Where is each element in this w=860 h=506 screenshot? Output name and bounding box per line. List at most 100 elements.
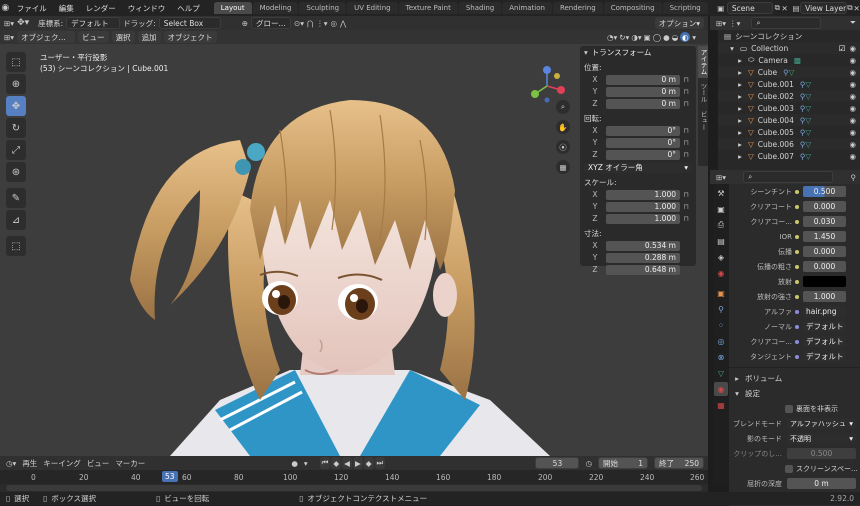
volume-panel-header[interactable]: ▸ ボリューム xyxy=(729,371,860,386)
outliner-root-row[interactable]: ▤ シーンコレクション xyxy=(718,30,860,42)
editor-type-icon[interactable]: ⊞▾ xyxy=(716,173,726,182)
socket-icon[interactable] xyxy=(795,354,799,359)
camera-view-icon[interactable]: ⦿ xyxy=(556,140,570,154)
lock-icon[interactable]: ⊓ xyxy=(680,88,692,96)
texture-tab[interactable]: ▦ xyxy=(714,398,728,412)
jump-end-icon[interactable]: ⏭ xyxy=(374,457,386,469)
material-shading-icon[interactable]: ◒ xyxy=(672,33,679,42)
rotate-tool[interactable]: ↻ xyxy=(6,118,26,138)
viewport-menu-view[interactable]: ビュー xyxy=(78,31,109,43)
property-value[interactable]: 1.000 xyxy=(803,291,846,302)
menu-edit[interactable]: 編集 xyxy=(53,3,80,14)
property-value[interactable]: 0.000 xyxy=(803,201,846,212)
transform-panel-header[interactable]: ▾ トランスフォーム xyxy=(580,46,696,58)
annotate-tool[interactable]: ✎ xyxy=(6,188,26,208)
tab-modeling[interactable]: Modeling xyxy=(252,2,299,14)
overlay-icon[interactable]: ◑▾ xyxy=(631,33,641,42)
snapping-icon[interactable]: ⊙▾ xyxy=(294,19,304,28)
tab-scripting[interactable]: Scripting xyxy=(662,2,708,14)
transform-pivot-icon[interactable]: ⊕ xyxy=(242,19,248,28)
close-view-layer-icon[interactable]: ✕ xyxy=(853,4,860,13)
socket-icon[interactable] xyxy=(795,309,799,314)
outliner-collection-row[interactable]: ▾ ▭ Collection ☑ ◉ xyxy=(718,42,860,54)
outliner-item-cube-005[interactable]: ▸ ▽ Cube.005 ⚲ ▽ ◉ xyxy=(718,126,860,138)
outliner-item-cube[interactable]: ▸ ▽ Cube ⚲ ▽ ◉ xyxy=(718,66,860,78)
start-frame-field[interactable]: 開始 1 xyxy=(598,457,648,469)
settings-panel-header[interactable]: ▾ 設定 xyxy=(729,386,860,401)
play-icon[interactable]: ▶ xyxy=(352,457,363,469)
clock-icon[interactable]: ◷▾ xyxy=(6,459,16,468)
lock-icon[interactable]: ⊓ xyxy=(680,203,692,211)
socket-icon[interactable] xyxy=(795,324,799,329)
property-value[interactable]: 0.000 xyxy=(803,261,846,272)
location-z-field[interactable]: 0 m xyxy=(606,98,680,109)
property-value[interactable]: 0.000 xyxy=(803,246,846,257)
timeline-ruler[interactable]: 0 20 40 53 60 80 100 120 140 160 180 200… xyxy=(0,470,708,484)
timeline-menu-view[interactable]: ビュー xyxy=(87,458,110,469)
transform-tool[interactable]: ⊛ xyxy=(6,162,26,182)
data-tab[interactable]: ▽ xyxy=(714,366,728,380)
orientation-selector[interactable]: デフォルト xyxy=(66,17,121,29)
cursor-tool[interactable]: ⊕ xyxy=(6,74,26,94)
eye-icon[interactable]: ◉ xyxy=(849,80,856,89)
copy-view-layer-icon[interactable]: ⧉ xyxy=(847,3,854,13)
eye-icon[interactable]: ◉ xyxy=(849,116,856,125)
checkbox-icon[interactable] xyxy=(785,404,793,413)
drag-selector[interactable]: Select Box xyxy=(158,17,221,29)
socket-icon[interactable] xyxy=(795,234,799,239)
gizmo-x-axis[interactable] xyxy=(557,86,565,94)
outliner-item-cube-004[interactable]: ▸ ▽ Cube.004 ⚲ ▽ ◉ xyxy=(718,114,860,126)
outliner-item-cube-002[interactable]: ▸ ▽ Cube.002 ⚲ ▽ ◉ xyxy=(718,90,860,102)
eye-icon[interactable]: ◉ xyxy=(849,104,856,113)
tool-tab[interactable]: ⚒ xyxy=(714,186,728,200)
lock-icon[interactable]: ⊓ xyxy=(680,76,692,84)
scene-tab[interactable]: ◈ xyxy=(714,250,728,264)
editor-type-icon[interactable]: ⊞▾ xyxy=(4,19,14,28)
pin-icon[interactable]: ⚲ xyxy=(851,173,857,182)
timeline-scrollbar[interactable] xyxy=(6,485,702,491)
options-button[interactable]: オプション ▾ xyxy=(654,17,704,29)
world-tab[interactable]: ◉ xyxy=(714,266,728,280)
material-tab[interactable]: ◉ xyxy=(714,382,728,396)
property-value[interactable]: 1.450 xyxy=(803,231,846,242)
eye-icon[interactable]: ◉ xyxy=(849,68,856,77)
falloff-icon[interactable]: ⋀ xyxy=(340,19,346,28)
tab-compositing[interactable]: Compositing xyxy=(603,2,662,14)
view-layer-icon[interactable]: ▤ xyxy=(792,4,800,13)
current-frame-marker[interactable]: 53 xyxy=(162,471,178,482)
current-frame-field[interactable]: 53 xyxy=(535,457,580,469)
viewport-menu-select[interactable]: 選択 xyxy=(111,31,135,43)
socket-icon[interactable] xyxy=(795,339,799,344)
blender-logo-icon[interactable]: ◉ xyxy=(0,3,11,13)
socket-icon[interactable] xyxy=(795,249,799,254)
outliner-search[interactable]: ⌕ xyxy=(751,17,822,29)
stopwatch-icon[interactable]: ◷ xyxy=(585,459,592,468)
shadow-mode-selector[interactable]: 不透明 ▾ xyxy=(787,433,856,444)
scale-x-field[interactable]: 1.000 xyxy=(606,189,680,200)
tab-view[interactable]: ビュー xyxy=(698,108,708,134)
shading-options-icon[interactable]: ▾ xyxy=(692,33,696,42)
physics-tab[interactable]: ◎ xyxy=(714,334,728,348)
constraints-tab[interactable]: ⊗ xyxy=(714,350,728,364)
location-x-field[interactable]: 0 m xyxy=(606,74,680,85)
render-tab[interactable]: ▣ xyxy=(714,202,728,216)
editor-type-icon[interactable]: ⊞▾ xyxy=(4,33,14,42)
timeline[interactable]: ◷▾ 再生 キーイング ビュー マーカー ● ▾ ⏮ ◆ ◀ ▶ ◆ ⏭ 53 … xyxy=(0,456,708,492)
socket-icon[interactable] xyxy=(795,264,799,269)
view-layer-selector[interactable]: View Layer xyxy=(800,2,847,14)
pivot-selector[interactable]: グロー... xyxy=(250,17,291,29)
record-icon[interactable]: ● xyxy=(291,459,298,468)
gizmo-z-axis[interactable] xyxy=(543,66,551,74)
measure-tool[interactable]: ⊿ xyxy=(6,210,26,230)
viewport-menu-add[interactable]: 追加 xyxy=(137,31,161,43)
ortho-grid-icon[interactable]: ▦ xyxy=(556,160,570,174)
mode-selector[interactable]: オブジェク... xyxy=(17,31,76,43)
menu-render[interactable]: レンダー xyxy=(80,3,122,14)
object-tab[interactable]: ▣ xyxy=(714,286,728,300)
zoom-icon[interactable]: ⌕ xyxy=(556,100,570,114)
eye-icon[interactable]: ◉ xyxy=(849,92,856,101)
tab-tool[interactable]: ツール xyxy=(698,80,708,106)
rotation-mode-selector[interactable]: XYZ オイラー角 ▾ xyxy=(584,162,692,173)
next-keyframe-icon[interactable]: ◆ xyxy=(363,457,374,469)
scene-selector[interactable]: Scene xyxy=(726,2,774,14)
